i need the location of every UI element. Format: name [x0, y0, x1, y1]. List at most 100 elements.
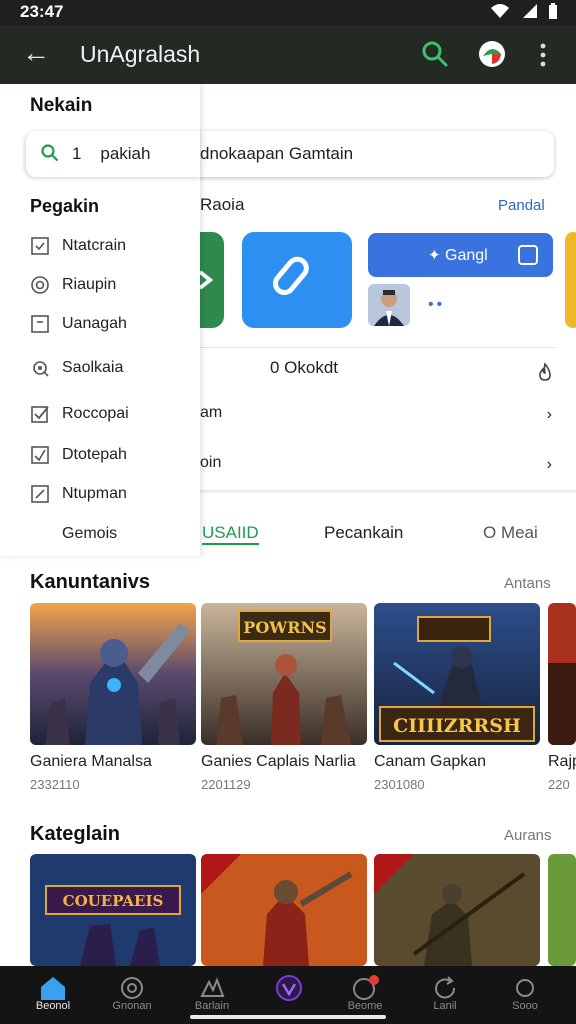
app-bar: ← UnAgralash	[0, 26, 576, 84]
game-art-neon-heroes: COUEPAEIS	[30, 854, 196, 966]
game-thumbnail	[548, 854, 576, 966]
square-icon	[518, 245, 538, 265]
flame-icon[interactable]	[535, 362, 555, 382]
nav-item-label: Lanil	[433, 1000, 457, 1012]
game-thumbnail	[30, 603, 196, 745]
avatar-logo-icon	[480, 42, 504, 66]
stat-value: 0 Okokdt	[270, 358, 339, 377]
drawer-item[interactable]: Saolkaia	[30, 356, 200, 382]
game-art-red-warrior	[201, 854, 367, 966]
game-title: Rajp	[548, 753, 576, 770]
tab-usaiid[interactable]: USAIID	[202, 523, 259, 545]
edit-square-icon	[31, 485, 49, 503]
main-search-text: dnokaapan Gamtain	[200, 144, 354, 163]
popular-section-title: Raoia	[200, 195, 245, 214]
drawer-item[interactable]: Dtotepah	[30, 443, 200, 469]
search-icon[interactable]	[420, 39, 450, 69]
game-title: Canam Gapkan	[374, 753, 487, 770]
overflow-menu-icon[interactable]	[536, 40, 550, 70]
section-more-link[interactable]: Aurans	[504, 827, 552, 844]
popular-section-link[interactable]: Pandal	[498, 197, 545, 214]
game-meta: 220	[548, 777, 570, 792]
battery-icon	[549, 3, 557, 19]
person-icon	[368, 284, 410, 326]
drawer-search-text: 1 pakiah	[72, 144, 150, 164]
list-row-label: oin	[200, 454, 222, 471]
game-art-title: POWRNS	[243, 618, 326, 637]
square-minus-icon	[31, 315, 49, 333]
tab-o-meai[interactable]: O Meai	[483, 523, 538, 543]
divider	[200, 347, 555, 348]
radio-target-icon	[31, 276, 49, 294]
drawer-search-prefix: 1	[72, 144, 82, 163]
install-button[interactable]: ✦ Gangl	[368, 233, 553, 277]
developer-avatar[interactable]	[368, 284, 410, 326]
tab-bar: USAIID Pecankain O Meai	[0, 520, 576, 550]
signal-icon	[523, 4, 537, 18]
nav-item-label: Barlain	[194, 1000, 230, 1012]
list-row[interactable]: oin ›	[200, 454, 560, 478]
install-button-label: ✦ Gangl	[428, 246, 488, 265]
drawer-item-label: Riaupin	[62, 276, 117, 293]
status-bar: 23:47	[0, 0, 576, 26]
tab-pecankain[interactable]: Pecankain	[324, 523, 403, 543]
drawer-item[interactable]: Ntupman	[30, 482, 200, 508]
app-title: UnAgralash	[80, 41, 201, 67]
games-icon	[200, 977, 225, 997]
section-title: Kateglain	[30, 823, 121, 845]
navigation-drawer: Nekain 1 pakiah Pegakin Ntatcrain Riaupi…	[0, 84, 200, 556]
game-thumbnail: CIIIIZRRSH	[374, 603, 540, 745]
checkbox-tick-icon	[31, 446, 49, 464]
refresh-icon	[435, 976, 456, 999]
back-arrow-icon[interactable]: ←	[22, 38, 50, 68]
wifi-icon	[491, 4, 509, 18]
drawer-item[interactable]: Riaupin	[30, 273, 200, 299]
nav-item-label: Beonol	[35, 1000, 71, 1012]
game-thumbnail	[548, 603, 576, 745]
drawer-search-field[interactable]: 1 pakiah	[26, 131, 200, 177]
nav-item-label: Sooo	[512, 1000, 538, 1012]
drawer-item[interactable]: Roccopai	[30, 402, 200, 428]
status-time: 23:47	[20, 2, 64, 21]
nav-item-refresh[interactable]: Lanil	[404, 966, 486, 1024]
drawer-section-title: Pegakin	[30, 196, 100, 216]
game-art-spear-soldier	[374, 854, 540, 966]
list-row-label: am	[200, 404, 223, 421]
chevron-right-icon: ›	[546, 456, 552, 473]
more-dots-icon	[516, 979, 534, 997]
search-icon	[41, 144, 59, 162]
apps-circle-icon	[121, 977, 143, 999]
checkbox-checked-icon	[31, 406, 49, 423]
chevron-right-icon: ›	[546, 406, 552, 423]
section-more-link[interactable]: Antans	[504, 575, 551, 592]
section-title: Kanuntanivs	[30, 571, 151, 593]
drawer-item[interactable]: Uanagah	[30, 312, 200, 338]
drawer-item-label: Ntupman	[62, 485, 127, 502]
nav-item-more[interactable]: Sooo	[484, 966, 566, 1024]
game-art-title: COUEPAEIS	[63, 892, 164, 910]
game-art-robot-warrior	[30, 603, 196, 745]
developer-dots: ••	[428, 296, 446, 313]
drawer-title: Nekain	[30, 95, 93, 116]
app-tile-blue[interactable]	[242, 232, 352, 328]
app-tile-yellow[interactable]	[565, 232, 576, 328]
drawer-item-label: Roccopai	[62, 405, 129, 422]
game-art-green	[548, 854, 576, 966]
game-title: Ganies Caplais Narlia	[201, 753, 356, 770]
nav-item-label: Beome	[347, 1000, 383, 1012]
drawer-item-label: Ntatcrain	[62, 237, 127, 254]
list-row[interactable]: am ›	[200, 404, 560, 428]
drawer-item[interactable]: Ntatcrain	[30, 234, 200, 260]
game-meta: 2201129	[201, 777, 251, 792]
checkbox-icon	[31, 237, 49, 255]
home-indicator[interactable]	[190, 1015, 386, 1019]
purple-logo-icon	[276, 975, 302, 1001]
game-thumbnail	[374, 854, 540, 966]
drawer-search-value: pakiah	[100, 144, 151, 163]
settings-gear-icon	[33, 361, 49, 377]
profile-avatar[interactable]	[479, 41, 505, 67]
nav-item-label: Gnonan	[112, 1000, 152, 1012]
nav-item-home[interactable]: Beonol	[12, 966, 94, 1024]
nav-item-apps[interactable]: Gnonan	[91, 966, 173, 1024]
game-art-hooded-hero: CIIIIZRRSH	[374, 603, 540, 745]
